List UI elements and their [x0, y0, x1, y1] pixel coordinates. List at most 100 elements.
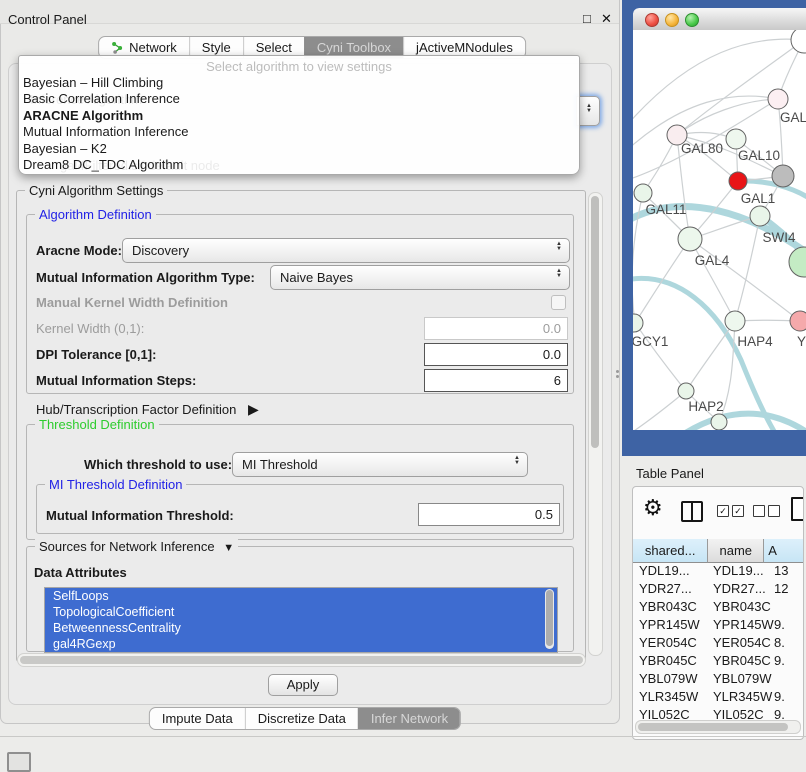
network-node[interactable] [678, 227, 702, 251]
network-node[interactable] [633, 314, 643, 332]
algorithm-popup: Select algorithm to view settings Bayesi… [18, 55, 580, 175]
deselect-all-checks-icon[interactable] [753, 505, 780, 517]
minimize-window-icon[interactable] [665, 13, 679, 27]
table-row[interactable]: YPR145WYPR145W9. [633, 616, 803, 634]
algorithm-option[interactable]: Bayesian – K2 [19, 141, 579, 157]
table-row[interactable]: YBR045CYBR045C9. [633, 652, 803, 670]
network-node[interactable] [678, 383, 694, 399]
table-cell: YLR345W [639, 688, 698, 706]
algorithm-option[interactable]: Mutual Information Inference [19, 124, 579, 140]
algorithm-option[interactable]: Bayesian – Hill Climbing [19, 75, 579, 91]
which-threshold-label: Which threshold to use: [84, 457, 232, 472]
table-cell: YDL19... [639, 562, 690, 580]
attributes-vscrollbar-thumb[interactable] [546, 590, 553, 646]
network-canvas[interactable]: GALGAL80GAL10GAL1GAL11SWI4GAL4GCY1HAP4YH… [633, 30, 806, 430]
table-cell: 13 [774, 562, 788, 580]
aracne-mode-combo[interactable]: Discovery ▲▼ [122, 238, 570, 263]
network-node[interactable] [791, 30, 806, 53]
network-icon [111, 41, 124, 54]
network-node[interactable] [768, 89, 788, 109]
algorithm-option[interactable]: ARACNE Algorithm [19, 108, 579, 124]
control-panel-title: Control Panel [8, 12, 87, 27]
settings-hscrollbar[interactable] [17, 653, 586, 667]
node-label: GAL11 [645, 202, 686, 217]
table-row[interactable]: YDL19...YDL19...13 [633, 562, 803, 580]
table-cell: YER054C [713, 634, 771, 652]
document-icon[interactable] [791, 497, 804, 521]
node-label: GAL1 [741, 191, 776, 206]
table-cell: 9. [774, 652, 785, 670]
network-node[interactable] [789, 247, 806, 277]
settings-hscrollbar-thumb[interactable] [20, 656, 583, 664]
cyni-settings-title: Cyni Algorithm Settings [25, 183, 167, 198]
dpi-tolerance-input[interactable]: 0.0 [424, 343, 568, 366]
algorithm-popup-list: Bayesian – Hill ClimbingBasic Correlatio… [19, 75, 579, 173]
attribute-item[interactable]: BetweennessCentrality [45, 620, 557, 636]
mi-steps-label: Mutual Information Steps: [36, 373, 196, 388]
expand-arrow-icon[interactable]: ▶ [248, 401, 259, 417]
attribute-item[interactable]: SelfLoops [45, 588, 557, 604]
columns-icon[interactable] [681, 501, 703, 522]
column-header-name[interactable]: name [708, 539, 764, 563]
table-hscrollbar-thumb[interactable] [638, 723, 788, 731]
algorithm-option[interactable]: Dream8 DC_TDC Algorithm [19, 157, 579, 173]
table-cell: YDR27... [639, 580, 692, 598]
attribute-item[interactable]: gal4RGexp [45, 636, 557, 652]
algorithm-definition-title: Algorithm Definition [35, 207, 156, 222]
network-node[interactable] [772, 165, 794, 187]
table-row[interactable]: YDR27...YDR27...12 [633, 580, 803, 598]
zoom-window-icon[interactable] [685, 13, 699, 27]
network-window-titlebar[interactable] [633, 8, 806, 31]
algorithm-option[interactable]: Basic Correlation Inference [19, 91, 579, 107]
data-attributes-list[interactable]: SelfLoopsTopologicalCoefficientBetweenne… [44, 587, 558, 653]
mi-threshold-input[interactable]: 0.5 [418, 503, 560, 526]
attributes-vscrollbar[interactable] [545, 589, 554, 649]
table-cell: YBR045C [713, 652, 771, 670]
tab-impute-data[interactable]: Impute Data [150, 708, 245, 729]
aracne-mode-label: Aracne Mode: [36, 243, 122, 258]
mi-type-combo[interactable]: Naive Bayes ▲▼ [270, 265, 570, 290]
network-node[interactable] [725, 311, 745, 331]
combo-arrows-icon: ▲▼ [514, 456, 520, 466]
column-header-a[interactable]: A [764, 539, 803, 563]
settings-vscrollbar[interactable] [588, 192, 603, 656]
table-row[interactable]: YER054CYER054C8. [633, 634, 803, 652]
tab-discretize-data[interactable]: Discretize Data [245, 708, 358, 729]
mi-type-value: Naive Bayes [280, 270, 353, 285]
select-all-checks-icon[interactable]: ✓✓ [717, 505, 744, 517]
network-node[interactable] [729, 172, 747, 190]
mi-steps-input[interactable]: 6 [424, 369, 568, 392]
tab-infer-network[interactable]: Infer Network [358, 708, 460, 729]
hub-definition-toggle[interactable]: Hub/Transcription Factor Definition ▶ [36, 401, 259, 418]
collapse-arrow-icon[interactable]: ▼ [223, 542, 234, 554]
table-row[interactable]: YBR043CYBR043C [633, 598, 803, 616]
collapsed-panel-button[interactable] [7, 752, 31, 772]
table-cell: 8. [774, 634, 785, 652]
network-node[interactable] [790, 311, 806, 331]
network-node[interactable] [634, 184, 652, 202]
close-window-icon[interactable] [645, 13, 659, 27]
gear-icon[interactable]: ⚙ [643, 495, 663, 521]
table-cell: YBL079W [639, 670, 698, 688]
settings-vscrollbar-thumb[interactable] [591, 196, 599, 448]
sources-title-row[interactable]: Sources for Network Inference ▼ [35, 539, 238, 554]
manual-kernel-checkbox[interactable] [551, 295, 566, 310]
apply-button[interactable]: Apply [268, 674, 338, 696]
threshold-definition-title: Threshold Definition [35, 417, 159, 432]
which-threshold-combo[interactable]: MI Threshold ▲▼ [232, 452, 528, 477]
float-panel-icon[interactable]: □ [583, 12, 591, 26]
network-node[interactable] [711, 414, 727, 430]
attribute-item[interactable]: TopologicalCoefficient [45, 604, 557, 620]
close-panel-icon[interactable]: ✕ [601, 12, 612, 26]
network-node[interactable] [750, 206, 770, 226]
table-cell: YDR27... [713, 580, 766, 598]
network-node[interactable] [726, 129, 746, 149]
table-hscrollbar[interactable] [635, 720, 801, 734]
column-header-shared[interactable]: shared... [633, 539, 708, 563]
node-label: GAL10 [738, 148, 780, 163]
panel-splitter[interactable] [614, 368, 620, 380]
kernel-width-input[interactable]: 0.0 [424, 317, 568, 340]
table-row[interactable]: YLR345WYLR345W9. [633, 688, 803, 706]
tab-network-label: Network [129, 40, 177, 55]
table-row[interactable]: YBL079WYBL079W [633, 670, 803, 688]
